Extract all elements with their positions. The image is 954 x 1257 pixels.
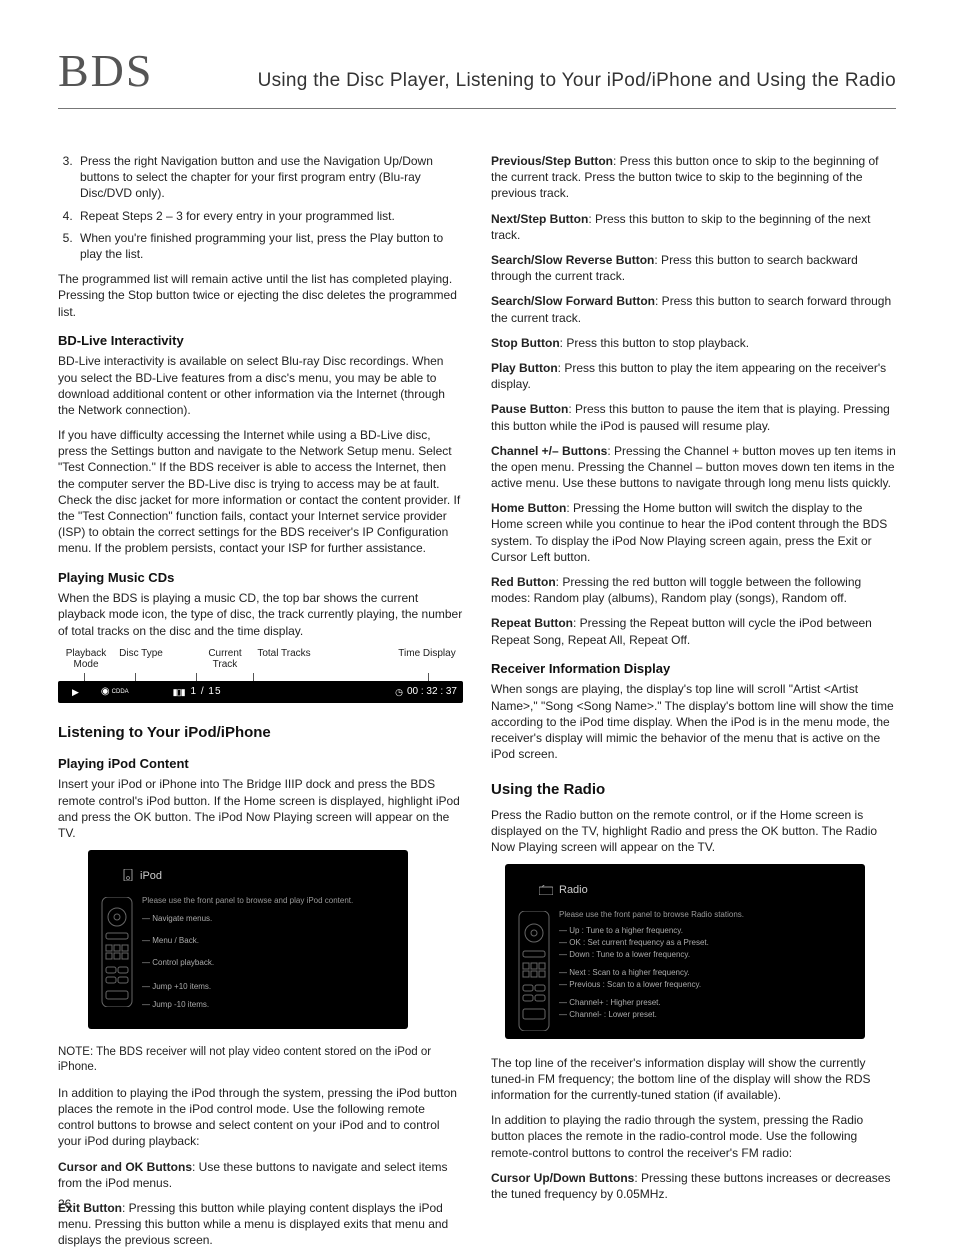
left-column: Press the right Navigation button and us… [58, 153, 463, 1257]
bdlive-p1: BD-Live interactivity is available on se… [58, 353, 463, 418]
prev-step-line: Previous/Step Button: Press this button … [491, 153, 896, 202]
cursor-ok-line: Cursor and OK Buttons: Use these buttons… [58, 1159, 463, 1191]
radio-l2: OK : Set current frequency as a Preset. [569, 938, 709, 947]
remote-icon [517, 911, 551, 1031]
bdlive-heading: BD-Live Interactivity [58, 332, 463, 350]
radio-l6: Channel+ : Higher preset. [569, 998, 660, 1007]
channel-line: Channel +/– Buttons: Pressing the Channe… [491, 443, 896, 492]
receiver-info-heading: Receiver Information Display [491, 660, 896, 678]
ipod-note: NOTE: The BDS receiver will not play vid… [58, 1045, 463, 1076]
track-count: 1 / 15 [191, 685, 222, 699]
disc-icon: ◉ [101, 685, 110, 699]
radio-screenshot: Radio Please use the front panel to br [505, 864, 865, 1039]
ipod-window-title: iPod [122, 868, 388, 885]
label-disc-type: Disc Type [114, 648, 168, 671]
stop-line: Stop Button: Press this button to stop p… [491, 335, 896, 351]
home-line: Home Button: Pressing the Home button wi… [491, 500, 896, 565]
radio-p3: In addition to playing the radio through… [491, 1112, 896, 1161]
play-icon: ▶ [72, 686, 79, 698]
playing-cds-heading: Playing Music CDs [58, 569, 463, 587]
search-fwd-line: Search/Slow Forward Button: Press this b… [491, 293, 896, 325]
radio-p2: The top line of the receiver's informati… [491, 1055, 896, 1104]
playing-cds-p: When the BDS is playing a music CD, the … [58, 590, 463, 639]
exit-button-line: Exit Button: Pressing this button while … [58, 1200, 463, 1249]
page-number: 26 [58, 1196, 71, 1212]
ipod-l2: Menu / Back. [152, 936, 199, 945]
clock-icon: ◷ [395, 686, 403, 698]
time-value: 00 : 32 : 37 [407, 685, 457, 699]
ipod-l3: Control playback. [152, 958, 214, 967]
step-5: When you're finished programming your li… [76, 230, 463, 262]
label-playback-mode: Playback Mode [58, 648, 114, 671]
using-radio-heading: Using the Radio [491, 780, 896, 800]
label-current-track: Current Track [196, 648, 254, 671]
pause-line: Pause Button: Press this button to pause… [491, 401, 896, 433]
ipod-screenshot: iPod Please use the front panel to bro [88, 850, 408, 1029]
page-title: Using the Disc Player, Listening to Your… [258, 68, 896, 94]
playing-ipod-p: Insert your iPod or iPhone into The Brid… [58, 776, 463, 841]
step-3: Press the right Navigation button and us… [76, 153, 463, 202]
disc-type-value: CDDA [112, 688, 129, 696]
programming-steps: Press the right Navigation button and us… [58, 153, 463, 262]
radio-l3: Down : Tune to a lower frequency. [569, 950, 690, 959]
playing-ipod-heading: Playing iPod Content [58, 755, 463, 773]
next-step-line: Next/Step Button: Press this button to s… [491, 211, 896, 243]
listening-heading: Listening to Your iPod/iPhone [58, 723, 463, 743]
cd-display-bar: ▶ ◉CDDA ▮▯▮ 1 / 15 ◷ 00 : 32 : 37 [58, 681, 463, 703]
receiver-info-p: When songs are playing, the display's to… [491, 681, 896, 762]
ipod-l1: Navigate menus. [152, 914, 212, 923]
cursor-updown-line: Cursor Up/Down Buttons: Pressing these b… [491, 1170, 896, 1202]
track-icon: ▮▯▮ [173, 686, 185, 698]
radio-l7: Channel- : Lower preset. [569, 1010, 657, 1019]
radio-p1: Press the Radio button on the remote con… [491, 807, 896, 856]
ipod-control-p: In addition to playing the iPod through … [58, 1085, 463, 1150]
radio-window-title: Radio [539, 882, 845, 899]
cd-display-diagram: Playback Mode Disc Type Current Track To… [58, 648, 463, 703]
radio-l1: Up : Tune to a higher frequency. [569, 926, 683, 935]
label-time-display: Time Display [391, 648, 463, 671]
radio-l5: Previous : Scan to a lower frequency. [569, 980, 701, 989]
repeat-line: Repeat Button: Pressing the Repeat butto… [491, 615, 896, 647]
remote-icon [100, 897, 134, 1007]
ipod-l4: Jump +10 items. [152, 982, 211, 991]
brand-logo: BDS [58, 40, 153, 102]
play-line: Play Button: Press this button to play t… [491, 360, 896, 392]
page-header: BDS Using the Disc Player, Listening to … [58, 40, 896, 109]
radio-hint: Please use the front panel to browse Rad… [557, 909, 845, 921]
red-line: Red Button: Pressing the red button will… [491, 574, 896, 606]
programmed-list-note: The programmed list will remain active u… [58, 271, 463, 320]
ipod-l5: Jump -10 items. [152, 1000, 209, 1009]
label-total-tracks: Total Tracks [254, 648, 314, 671]
step-4: Repeat Steps 2 – 3 for every entry in yo… [76, 208, 463, 224]
radio-l4: Next : Scan to a higher frequency. [569, 968, 689, 977]
ipod-hint: Please use the front panel to browse and… [140, 895, 388, 907]
search-rev-line: Search/Slow Reverse Button: Press this b… [491, 252, 896, 284]
right-column: Previous/Step Button: Press this button … [491, 153, 896, 1257]
bdlive-p2: If you have difficulty accessing the Int… [58, 427, 463, 557]
